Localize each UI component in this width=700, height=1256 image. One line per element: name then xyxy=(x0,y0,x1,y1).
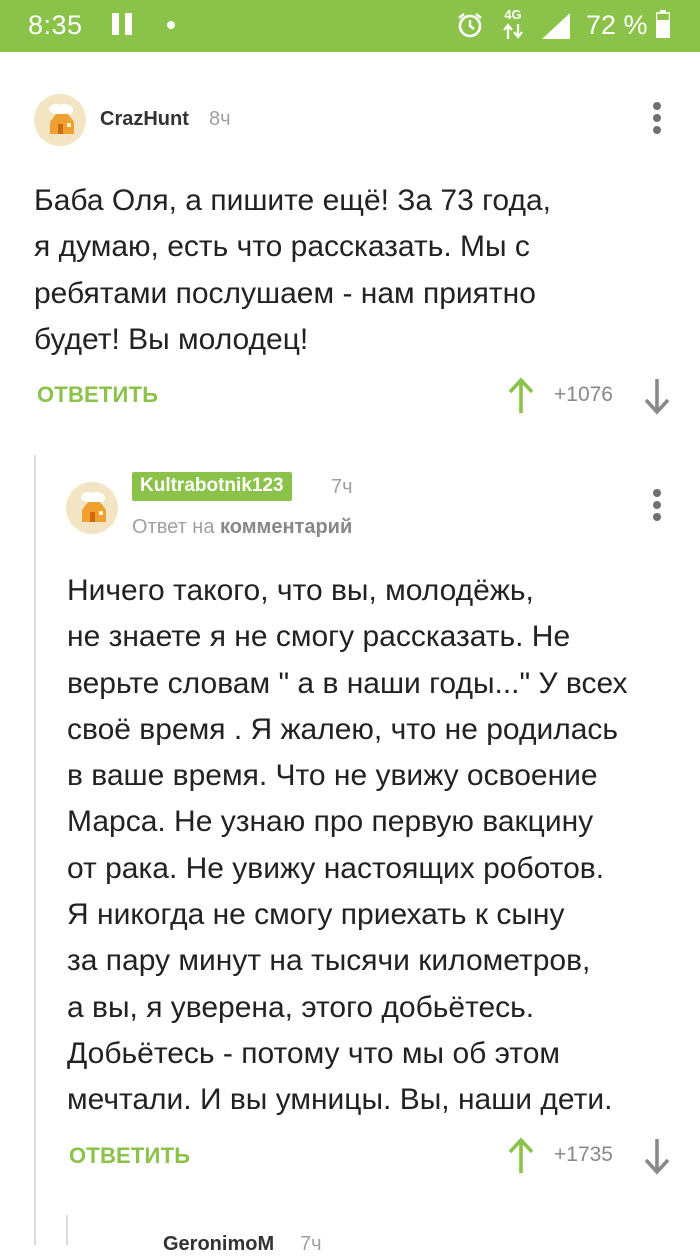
comment-line: не знаете я не смогу рассказать. Не xyxy=(67,620,571,654)
alarm-icon xyxy=(458,12,482,38)
comment-text: Баба Оля, а пишите ещё! За 73 года, я ду… xyxy=(34,178,551,363)
comment-line: от рака. Не увижу настоящих роботов. xyxy=(67,851,605,885)
username[interactable]: CrazHunt xyxy=(100,108,189,131)
reply-button[interactable]: ОТВЕТИТЬ xyxy=(69,1143,190,1169)
status-bar: 8:35 4G 72 % xyxy=(0,0,700,52)
comment-text: Ничего такого, что вы, молодёжь, не знае… xyxy=(67,568,628,1124)
battery-icon xyxy=(656,10,670,38)
more-menu-icon[interactable] xyxy=(647,102,667,134)
avatar[interactable] xyxy=(34,94,86,146)
comment-line: Ничего такого, что вы, молодёжь, xyxy=(67,574,534,607)
comment-line: ребятами послушаем - нам приятно xyxy=(34,276,536,310)
comment-line: Марса. Не узнаю про первую вакцину xyxy=(67,805,594,839)
comment-time: 7ч xyxy=(331,476,353,498)
comment-line: я думаю, есть что рассказать. Мы с xyxy=(34,230,530,264)
more-menu-icon[interactable] xyxy=(647,489,667,521)
data-arrows-icon xyxy=(503,23,523,39)
thread-line[interactable] xyxy=(66,1215,68,1245)
reply-to-info: Ответ на комментарий xyxy=(132,516,352,539)
comment-line: верьте словам " а в наши годы..." У всех xyxy=(67,666,628,700)
downvote-arrow-icon[interactable] xyxy=(642,377,672,415)
comment-line: Добьётесь - потому что мы об этом xyxy=(67,1036,561,1070)
upvote-arrow-icon[interactable] xyxy=(506,377,536,415)
network-label: 4G xyxy=(504,7,522,22)
status-time: 8:35 xyxy=(28,10,83,40)
avatar[interactable] xyxy=(66,482,118,534)
notification-dot-icon xyxy=(167,21,175,29)
comment-line: мечтали. И вы умницы. Вы, наши дети. xyxy=(67,1083,613,1117)
comment-line: Баба Оля, а пишите ещё! За 73 года, xyxy=(34,184,551,217)
user-avatar-icon xyxy=(34,94,86,146)
thread-line[interactable] xyxy=(34,455,36,1245)
user-avatar-icon xyxy=(66,482,118,534)
rating: +1735 xyxy=(554,1143,613,1166)
signal-icon xyxy=(542,13,570,39)
rating: +1076 xyxy=(554,383,613,406)
comment-time: 8ч xyxy=(209,108,231,130)
network-4g-icon: 4G xyxy=(498,8,528,42)
comment-line: за пару минут на тысячи километров, xyxy=(67,944,591,978)
comment-line: а вы, я уверена, этого добьётесь. xyxy=(67,990,535,1024)
comment-line: своё время . Я жалею, что не родилась xyxy=(67,712,619,746)
reply-button[interactable]: ОТВЕТИТЬ xyxy=(37,382,158,408)
upvote-arrow-icon[interactable] xyxy=(506,1137,536,1175)
comment-line: в ваше время. Что не увижу освоение xyxy=(67,759,598,793)
battery-percent: 72 % xyxy=(586,10,648,40)
downvote-arrow-icon[interactable] xyxy=(642,1137,672,1175)
comment-line: будет! Вы молодец! xyxy=(34,322,309,356)
reply-to-link[interactable]: комментарий xyxy=(220,516,352,538)
username-badge[interactable]: Kultrabotnik123 xyxy=(132,472,292,501)
reply-to-prefix: Ответ на xyxy=(132,516,215,538)
pause-icon xyxy=(112,13,134,35)
comment-line: Я никогда не смогу приехать к сыну xyxy=(67,898,565,932)
